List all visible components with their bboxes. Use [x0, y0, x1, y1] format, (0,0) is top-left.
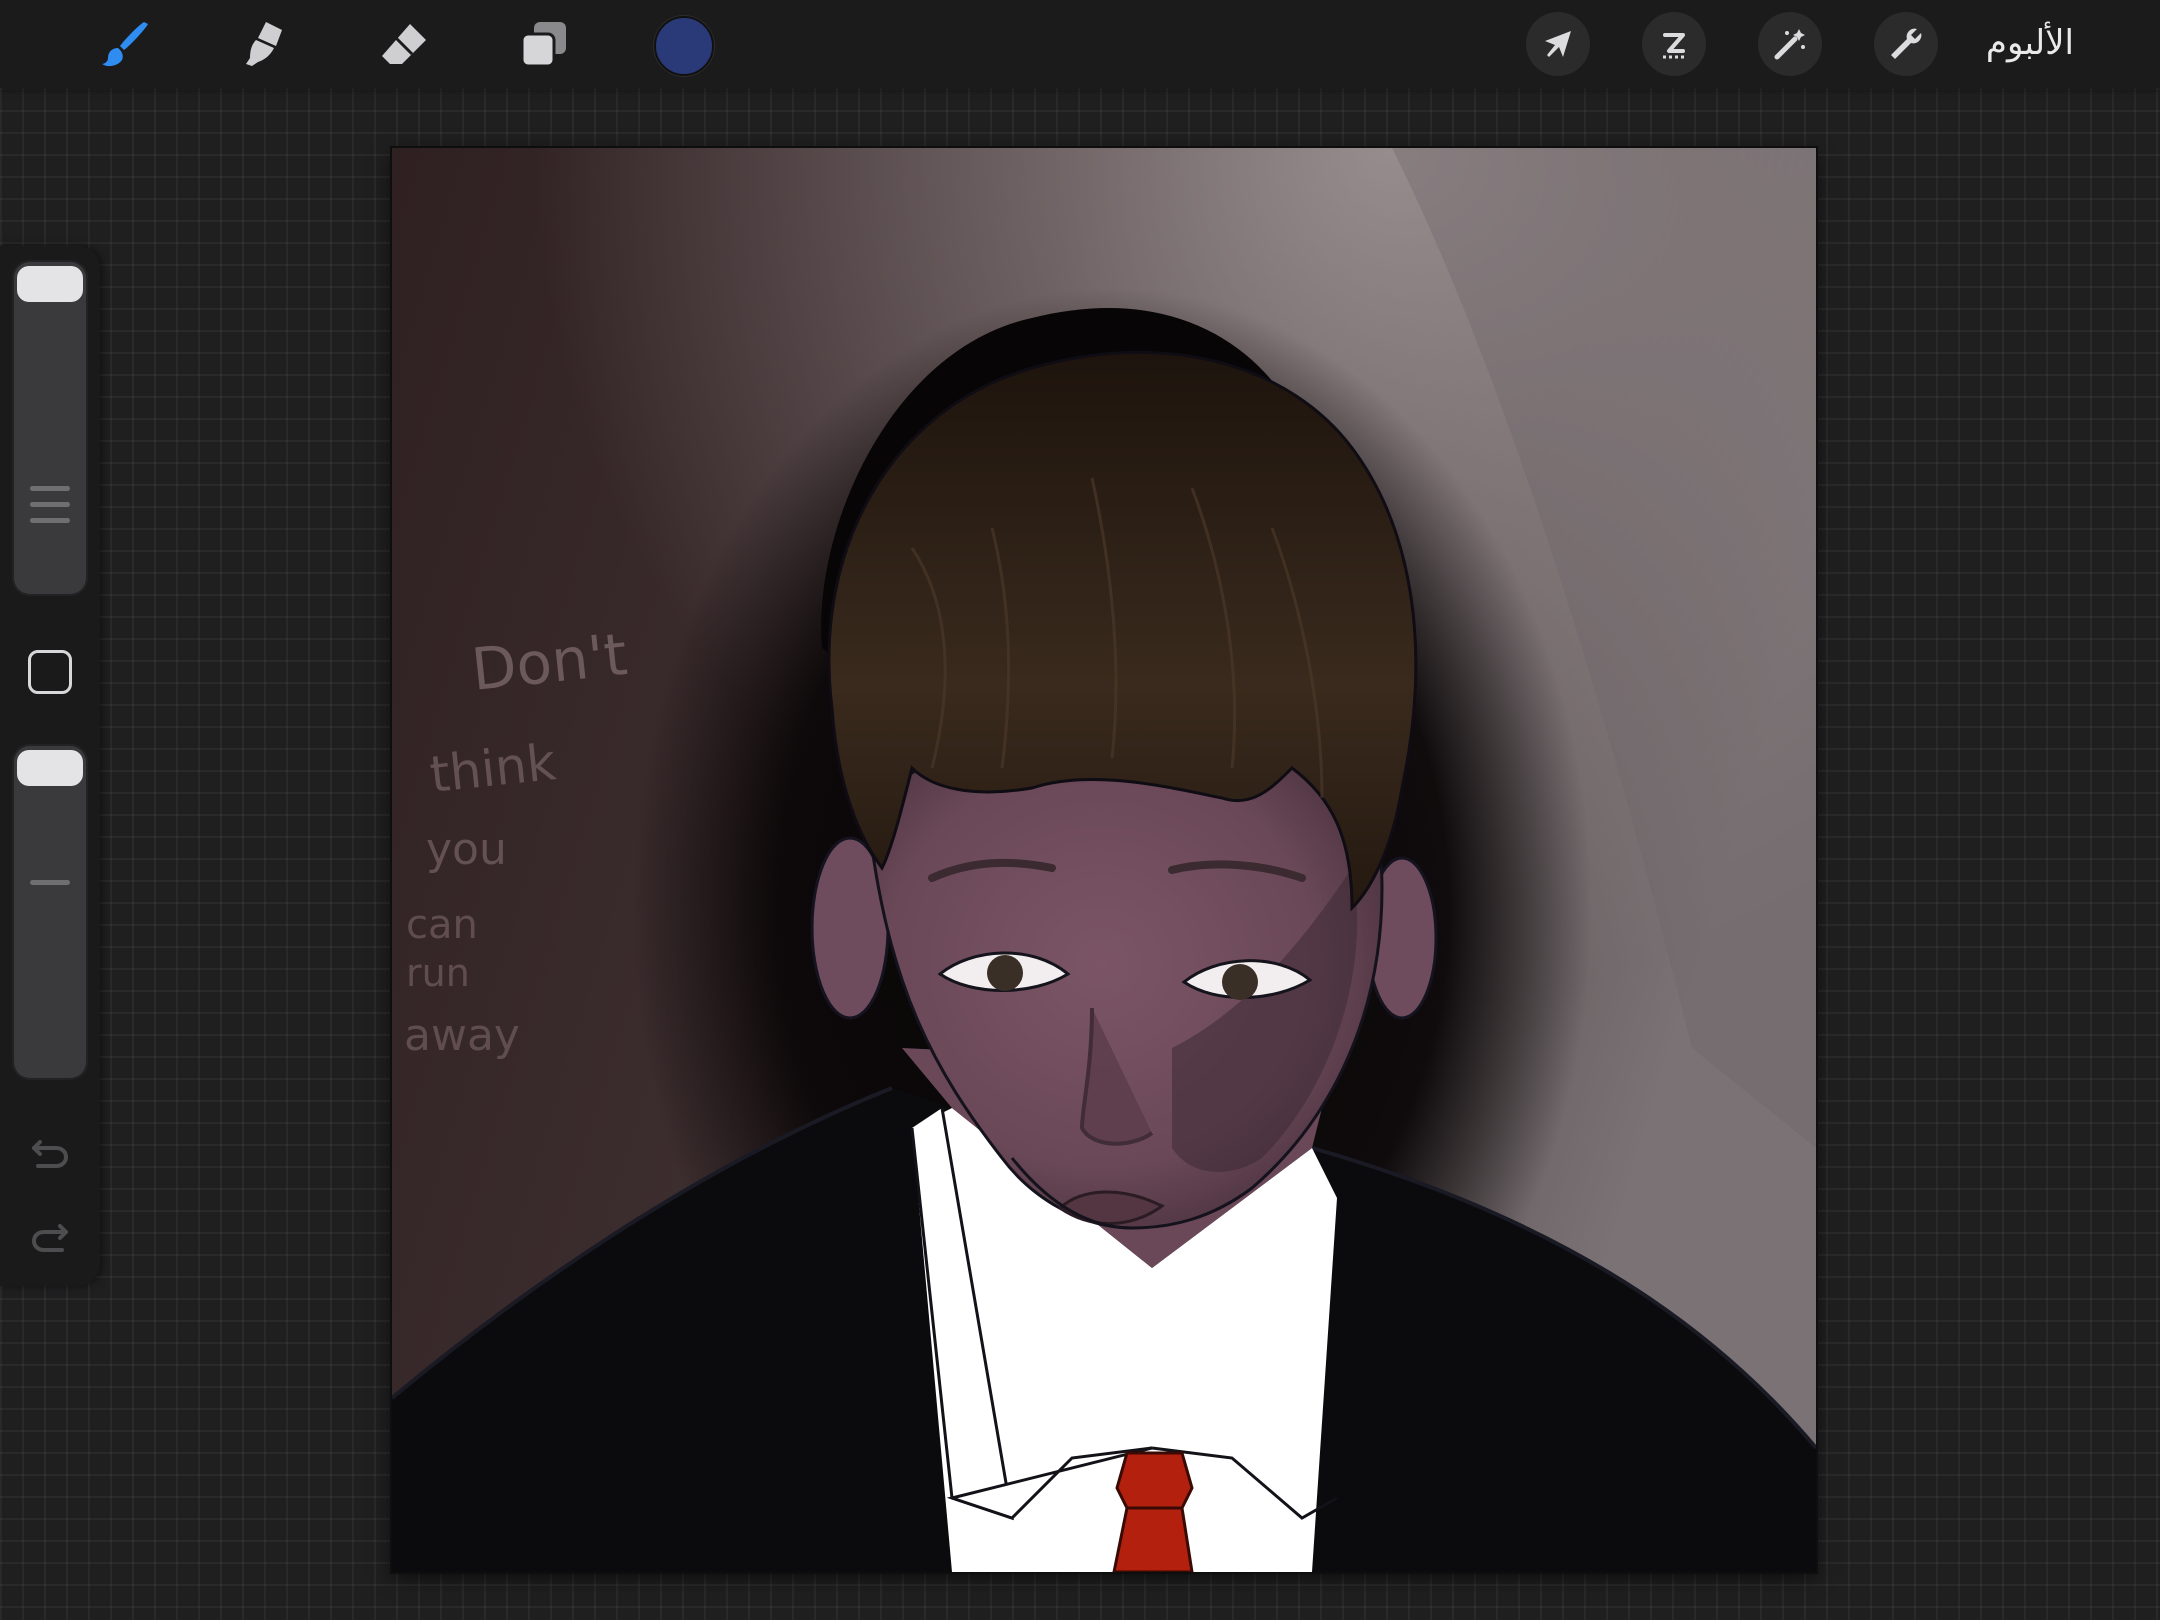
gallery-link[interactable]: الألبوم	[1986, 18, 2074, 68]
redo-icon[interactable]	[26, 1210, 74, 1258]
opacity-slider-thumb[interactable]	[17, 750, 83, 786]
left-sidebar	[0, 246, 100, 1286]
smudge-tool-button[interactable]	[234, 14, 294, 74]
brush-size-slider-thumb[interactable]	[17, 266, 83, 302]
selection-button[interactable]	[1642, 12, 1706, 76]
svg-text:can: can	[406, 902, 478, 948]
magic-wand-icon	[1774, 29, 1805, 60]
adjustments-button[interactable]	[1758, 12, 1822, 76]
transform-button[interactable]	[1526, 12, 1590, 76]
opacity-slider[interactable]	[12, 744, 88, 1080]
slider-grip-line	[30, 880, 70, 885]
svg-text:run: run	[406, 951, 470, 995]
svg-text:away: away	[404, 1010, 520, 1061]
artwork-painting: Don't think you can run away	[392, 148, 1816, 1572]
layers-icon	[520, 22, 566, 68]
top-toolbar: الألبوم	[0, 0, 2160, 88]
slider-grip-line	[30, 502, 70, 507]
actions-button[interactable]	[1874, 12, 1938, 76]
layers-tool-button[interactable]	[514, 14, 574, 74]
brush-size-slider[interactable]	[12, 260, 88, 596]
selection-s-icon	[1663, 33, 1685, 59]
arrow-cursor-icon	[1545, 31, 1571, 57]
brush-tool-button[interactable]	[94, 14, 154, 74]
brush-icon	[102, 22, 148, 67]
eraser-tool-button[interactable]	[374, 14, 434, 74]
wrench-icon	[1891, 28, 1922, 59]
drawing-canvas[interactable]: Don't think you can run away	[392, 148, 1816, 1572]
square-modify-icon[interactable]	[28, 650, 72, 694]
slider-grip-line	[30, 486, 70, 491]
smudge-icon	[246, 22, 282, 66]
slider-grip-line	[30, 518, 70, 523]
svg-text:you: you	[426, 824, 507, 875]
color-picker-swatch[interactable]	[654, 16, 714, 76]
eraser-icon	[382, 24, 426, 64]
undo-icon[interactable]	[26, 1126, 74, 1174]
